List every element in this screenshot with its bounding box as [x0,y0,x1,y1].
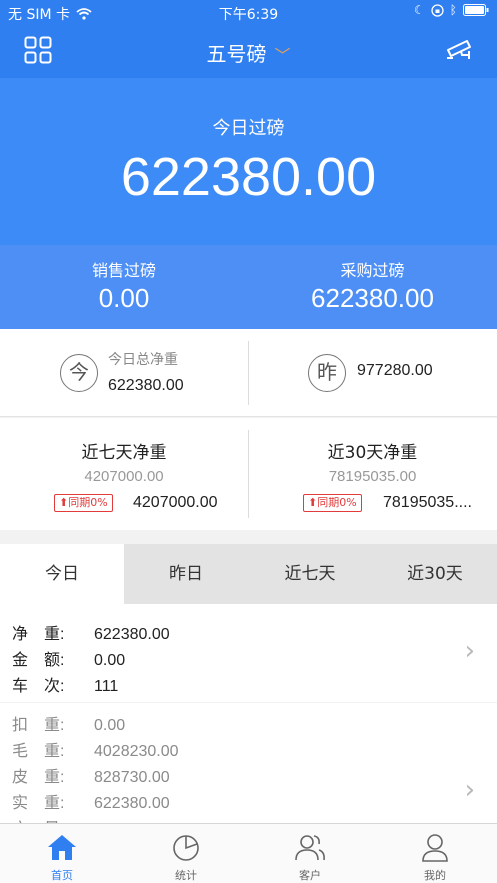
sales-purchase-band: 销售过磅 0.00 采购过磅 622380.00 [0,245,497,329]
user-icon [422,834,448,862]
sales-label: 销售过磅 [91,261,156,280]
divider [248,341,249,405]
tare-weight-row: 皮 重: 828730.00 [12,763,170,787]
yesterday-net-value: 977280.00 [357,362,433,379]
row-key: 净 重: [12,626,65,643]
sales-stat: 销售过磅 0.00 [0,257,248,314]
row-value: 622380.00 [94,795,170,812]
thirty-day-title: 近30天净重 [327,443,418,463]
tab-mine-label: 我的 [424,869,446,882]
trips-row: 车 次: 111 [12,672,118,696]
row-value: 0.00 [94,652,126,669]
row-key: 皮 重: [12,769,65,786]
users-icon [295,835,325,861]
row-value: 622380.00 [94,626,170,643]
hero-label: 今日过磅 [212,118,285,139]
tab-today[interactable]: 今日 [0,544,124,604]
camera-icon[interactable] [445,36,475,64]
net-weight-row: 净 重: 622380.00 [12,620,170,644]
gross-weight-row: 毛 重: 4028230.00 [12,737,179,761]
battery-icon [463,4,489,16]
seven-day-title: 近七天净重 [81,443,167,463]
tab-statistics-label: 统计 [175,869,197,882]
yesterday-badge-icon: 昨 [308,354,346,392]
tab-home[interactable]: 首页 [0,824,124,883]
tab-customers-label: 客户 [299,869,321,882]
thirty-day-compare-badge: ⬆同期0% [303,494,362,512]
today-badge-icon: 今 [60,354,98,392]
tab-mine[interactable]: 我的 [373,824,497,883]
seven-day-value: 4207000.00 [133,494,218,511]
nav-bar: 五号磅 ﹀ [0,24,497,78]
row-value: 828730.00 [94,769,170,786]
summary-section[interactable]: 净 重: 622380.00 金 额: 0.00 车 次: 111 › [0,604,497,702]
today-net-value: 622380.00 [108,377,184,394]
purchase-label: 采购过磅 [340,261,405,280]
purchase-stat: 采购过磅 622380.00 [248,257,497,314]
purchase-value: 622380.00 [311,283,434,313]
tab-thirty-days[interactable]: 近30天 [373,544,497,604]
moon-icon: ☾ [414,3,425,17]
sales-value: 0.00 [98,283,150,313]
thirty-day-prior: 78195035.00 [328,468,417,485]
chevron-down-icon: ﹀ [274,46,291,65]
chevron-right-icon[interactable]: › [465,636,475,666]
scale-selector[interactable]: 五号磅 ﹀ [0,38,497,67]
tab-customers[interactable]: 客户 [248,824,372,883]
detail-section[interactable]: 扣 重: 0.00 毛 重: 4028230.00 皮 重: 828730.00 实 … [0,703,497,827]
status-bar: 无 SIM 卡 下午6:39 ☾ ᛒ [0,0,497,24]
today-yesterday-panel: 今 今日总净重 622380.00 昨 977280.00 [0,329,497,417]
thirty-day-value: 78195035.... [383,494,472,511]
bluetooth-icon: ᛒ [449,3,457,17]
row-key: 金 额: [12,652,65,669]
chevron-right-icon[interactable]: › [465,775,475,805]
pie-chart-icon [173,835,199,861]
tab-home-label: 首页 [51,869,73,882]
row-key: 毛 重: [12,743,65,760]
tab-statistics[interactable]: 统计 [124,824,248,883]
hero-value: 622380.00 [120,147,377,207]
row-value: 111 [94,678,119,695]
row-value: 0.00 [94,717,126,734]
scale-title: 五号磅 [206,42,267,66]
amount-row: 金 额: 0.00 [12,646,125,670]
bottom-tab-bar: 首页 统计 客户 我的 [0,823,497,883]
today-net-label: 今日总净重 [108,352,178,368]
thirty-day-badge-text: 同期0% [317,496,357,509]
period-tabs: 今日 昨日 近七天 近30天 [0,544,497,604]
seven-day-compare-badge: ⬆同期0% [54,494,113,512]
rotation-lock-icon [431,3,444,17]
deduction-row: 扣 重: 0.00 [12,711,125,735]
tab-seven-days[interactable]: 近七天 [248,544,372,604]
seven-day-badge-text: 同期0% [68,496,108,509]
row-value: 4028230.00 [94,743,179,760]
today-weighing-card: 今日过磅 622380.00 [0,78,497,245]
row-key: 实 重: [12,795,65,812]
actual-weight-row: 实 重: 622380.00 [12,789,170,813]
row-key: 车 次: [12,678,65,695]
tab-yesterday[interactable]: 昨日 [124,544,248,604]
row-key: 扣 重: [12,717,65,734]
home-icon [48,835,76,860]
period-panel: 近七天净重 4207000.00 ⬆同期0% 4207000.00 近30天净重… [0,418,497,530]
seven-day-prior: 4207000.00 [84,468,164,485]
